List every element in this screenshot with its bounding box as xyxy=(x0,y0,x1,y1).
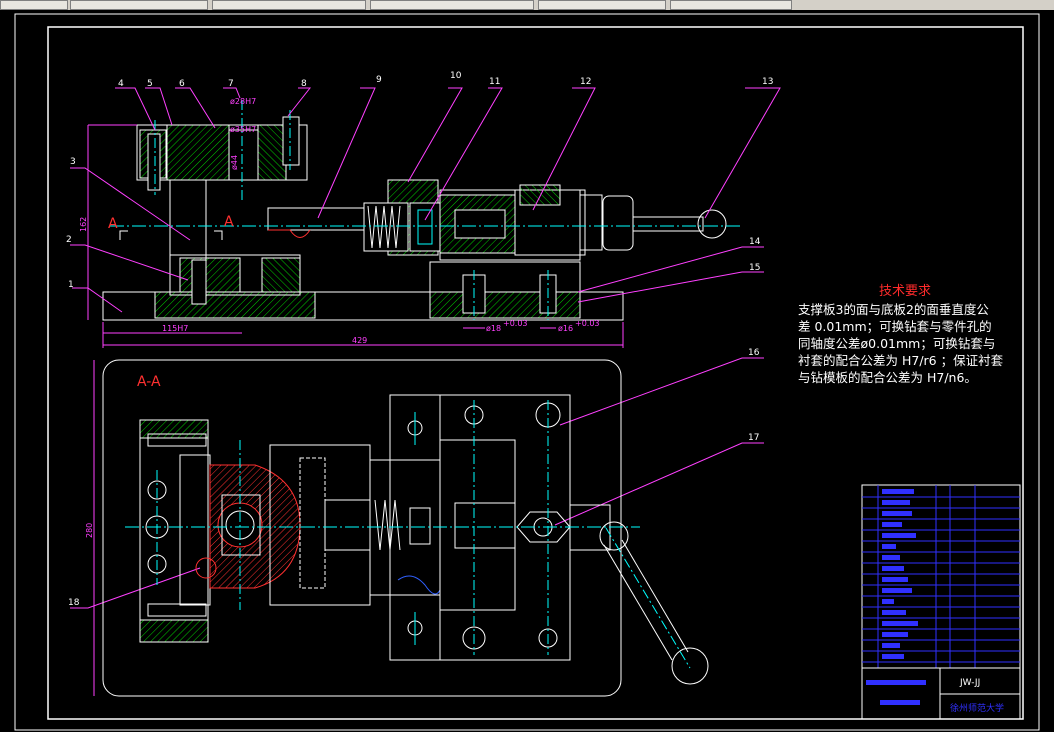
toolbar-segment[interactable] xyxy=(370,0,534,10)
part-label-14: 14 xyxy=(749,237,761,247)
tech-line: 衬套的配合公差为 H7/r6 ；保证衬套 xyxy=(798,353,1004,368)
part-label-18: 18 xyxy=(68,598,80,608)
part-label-5: 5 xyxy=(147,79,153,89)
section-mark-left: A xyxy=(108,216,118,232)
dim-dia-18: ø18 xyxy=(486,324,501,333)
part-label-1: 1 xyxy=(68,280,74,290)
part-label-4: 4 xyxy=(118,79,124,89)
part-label-9: 9 xyxy=(376,75,382,85)
part-label-6: 6 xyxy=(179,79,185,89)
title-block: JW-JJ 徐州师范大学 xyxy=(861,484,1021,720)
toolbar-segment[interactable] xyxy=(0,0,68,10)
dim-dia-44: ø44 xyxy=(230,155,239,170)
dim-overall-length: 429 xyxy=(352,336,367,345)
part-label-16: 16 xyxy=(748,348,760,358)
status-bar xyxy=(0,732,1054,738)
drawing-canvas[interactable]: A A 162 429 115H7 ø18 +0.03 ø16 +0.03 ø2… xyxy=(0,10,1054,732)
school-name: 徐州师范大学 xyxy=(950,702,1004,714)
front-view: A A 162 429 115H7 ø18 +0.03 ø16 +0.03 ø2… xyxy=(79,97,740,348)
section-mark-right: A xyxy=(224,214,234,230)
tech-line: 与钻模板的配合公差为 H7/n6。 xyxy=(798,370,977,385)
tech-title: 技术要求 xyxy=(878,284,931,299)
toolbar-segment[interactable] xyxy=(70,0,208,10)
part-label-10: 10 xyxy=(450,71,462,81)
part-label-12: 12 xyxy=(580,77,591,87)
part-label-3: 3 xyxy=(70,157,76,167)
part-label-8: 8 xyxy=(301,79,307,89)
technical-requirements: 技术要求 支撑板3的面与底板2的面垂直度公 差 0.01mm；可换钻套与零件孔的… xyxy=(798,283,1012,386)
tech-line: 差 0.01mm；可换钻套与零件孔的 xyxy=(798,319,992,334)
part-label-17: 17 xyxy=(748,433,759,443)
dim-hole-fit: 115H7 xyxy=(162,324,188,333)
part-label-11: 11 xyxy=(489,77,500,87)
drawing-number: JW-JJ xyxy=(959,678,980,688)
dim-dia-16: ø16 xyxy=(558,324,573,333)
tech-line: 支撑板3的面与底板2的面垂直度公 xyxy=(798,302,989,317)
dim-tol-upper-1: +0.03 xyxy=(503,319,528,328)
dim-dia-35: ø35H7 xyxy=(230,125,256,134)
toolbar-segment[interactable] xyxy=(670,0,792,10)
part-label-13: 13 xyxy=(762,77,773,87)
toolbar-segment[interactable] xyxy=(538,0,666,10)
dim-height: 162 xyxy=(79,217,88,232)
dim-tol-upper-2: +0.03 xyxy=(575,319,600,328)
dim-width: 280 xyxy=(85,523,94,538)
part-label-15: 15 xyxy=(749,263,760,273)
part-label-7: 7 xyxy=(228,79,234,89)
toolbar-segment[interactable] xyxy=(212,0,366,10)
part-label-2: 2 xyxy=(66,235,72,245)
tech-line: 同轴度公差ø0.01mm；可换钻套与 xyxy=(798,336,996,351)
section-view-aa: A-A 280 xyxy=(85,359,709,697)
section-view-label: A-A xyxy=(137,374,161,390)
dim-dia-28: ø28H7 xyxy=(230,97,256,106)
